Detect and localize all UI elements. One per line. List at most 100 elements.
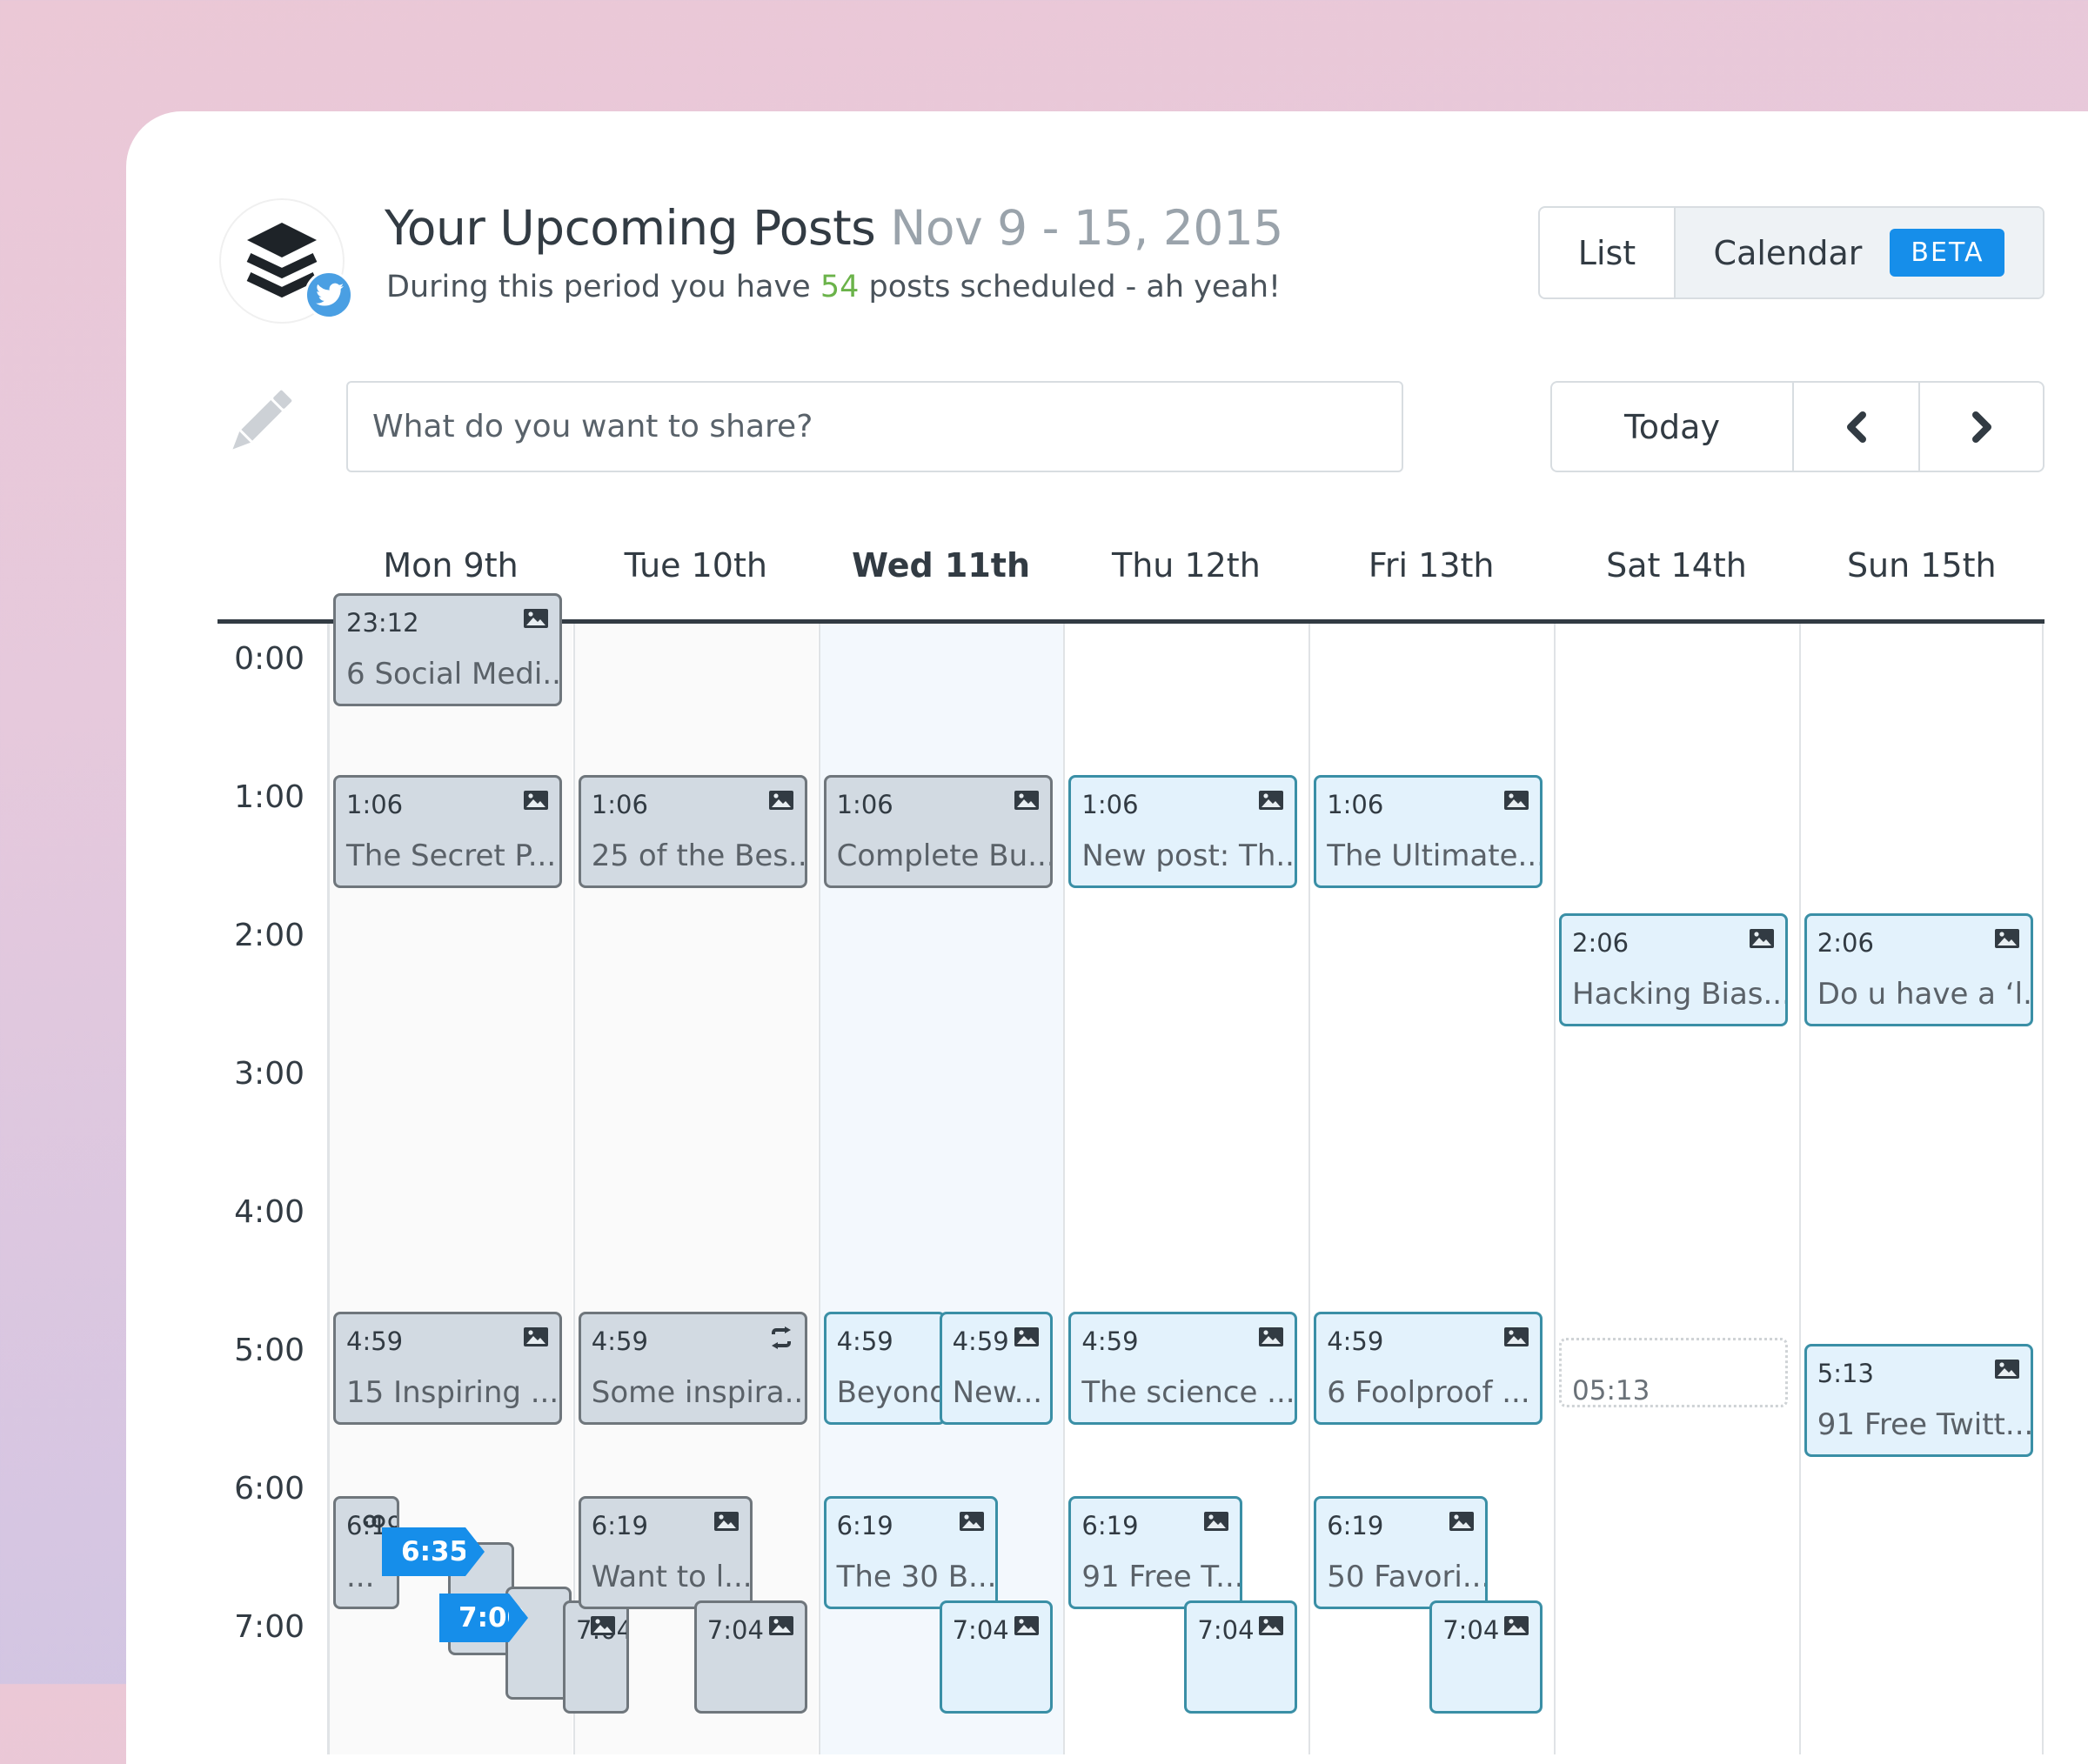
list-view-button[interactable]: List: [1540, 208, 1676, 297]
chevron-right-icon: [1971, 411, 1991, 443]
today-button[interactable]: Today: [1552, 383, 1794, 471]
day-header: Sun 15th: [1846, 546, 1997, 585]
post-time: 1:06: [591, 789, 648, 819]
post-title: New...: [952, 1375, 1043, 1411]
scheduled-post[interactable]: 4:59 15 Inspiring ...: [333, 1312, 562, 1426]
scheduled-post[interactable]: 1:06 The Ultimate...: [1314, 774, 1543, 888]
time-drag-marker[interactable]: 7:00: [439, 1594, 528, 1642]
scheduled-post[interactable]: 4:59 6 Foolproof ...: [1314, 1312, 1543, 1426]
scheduled-post[interactable]: 4:59 Some inspira...: [578, 1312, 807, 1426]
image-icon: [523, 608, 549, 632]
post-title: The science ...: [1081, 1375, 1295, 1411]
scheduled-post[interactable]: 1:06 Complete Bu...: [823, 774, 1053, 888]
post-time: 7:04: [1442, 1614, 1500, 1645]
hour-label: 5:00: [234, 1333, 304, 1368]
time-gutter-border: [327, 624, 329, 1754]
hour-label: 0:00: [234, 641, 304, 677]
hour-label: 1:00: [234, 779, 304, 815]
title-text: Your Upcoming Posts: [385, 200, 876, 256]
beta-badge: BETA: [1890, 229, 2005, 277]
image-icon: [1994, 1359, 2020, 1383]
post-time: 23:12: [346, 607, 419, 638]
post-title: Beyond: [836, 1375, 946, 1411]
post-title: 15 Inspiring ...: [346, 1375, 559, 1411]
day-column[interactable]: [1798, 624, 2044, 1754]
post-title: The 30 B...: [836, 1560, 997, 1595]
image-icon: [1014, 1615, 1040, 1640]
scheduled-post[interactable]: 6:19 The 30 B...: [823, 1496, 998, 1610]
post-time: 4:59: [952, 1326, 1009, 1357]
scheduled-post[interactable]: 5:13 91 Free Twitt...: [1804, 1344, 2033, 1458]
post-time: 6:19: [1327, 1511, 1384, 1541]
post-title: Want to l...: [591, 1560, 753, 1595]
today-label: Today: [1624, 407, 1720, 446]
post-title: 6 Social Medi...: [346, 656, 562, 692]
image-icon: [713, 1511, 740, 1535]
compose-input[interactable]: [346, 381, 1403, 472]
scheduled-post[interactable]: 7:04: [563, 1600, 629, 1714]
post-time: 7:04: [706, 1614, 764, 1645]
scheduled-post[interactable]: 7:04: [693, 1600, 807, 1714]
post-time: 1:06: [1327, 789, 1384, 819]
hour-label: 7:00: [234, 1609, 304, 1645]
post-title: 6 Foolproof ...: [1327, 1375, 1530, 1411]
schedule-summary: During this period you have 54 posts sch…: [386, 270, 1281, 304]
day-header: Mon 9th: [383, 546, 519, 585]
scheduled-post[interactable]: 7:04: [1429, 1600, 1543, 1714]
scheduled-post[interactable]: 6:19 91 Free T...: [1068, 1496, 1243, 1610]
image-icon: [1258, 1615, 1284, 1640]
scheduled-post[interactable]: 1:06 The Secret P...: [333, 774, 562, 888]
date-range: Nov 9 - 15, 2015: [890, 200, 1283, 256]
scheduled-post[interactable]: 6:19 Want to l...: [578, 1496, 753, 1610]
summary-after: posts scheduled - ah yeah!: [868, 270, 1282, 304]
image-icon: [523, 1326, 549, 1351]
pencil-icon: [232, 390, 292, 450]
scheduled-post[interactable]: 4:59 Beyond: [823, 1312, 946, 1426]
post-time: 6:19: [591, 1511, 648, 1541]
post-time: 05:13: [1572, 1375, 1650, 1407]
image-icon: [590, 1615, 616, 1640]
post-title: 91 Free T...: [1081, 1560, 1243, 1595]
day-header: Fri 13th: [1368, 546, 1495, 585]
hour-label: 3:00: [234, 1056, 304, 1092]
post-title: Do u have a ‘l...: [1817, 976, 2033, 1012]
image-icon: [768, 1615, 794, 1640]
scheduled-post[interactable]: 7:04: [939, 1600, 1053, 1714]
view-toggle: List Calendar BETA: [1538, 206, 2044, 299]
post-title: ...: [346, 1560, 375, 1595]
next-week-button[interactable]: [1920, 383, 2043, 471]
date-navigation: Today: [1550, 381, 2044, 472]
chevron-left-icon: [1846, 411, 1866, 443]
scheduled-post[interactable]: 1:06 25 of the Bes...: [578, 774, 807, 888]
hour-label: 4:00: [234, 1194, 304, 1230]
list-label: List: [1577, 233, 1636, 272]
scheduled-post[interactable]: 4:59 New...: [939, 1312, 1053, 1426]
day-header: Thu 12th: [1111, 546, 1261, 585]
post-time: 6:19: [1081, 1511, 1139, 1541]
scheduled-post[interactable]: 4:59 The science ...: [1068, 1312, 1298, 1426]
scheduled-post[interactable]: 6:19 50 Favori...: [1314, 1496, 1489, 1610]
scheduled-post[interactable]: 1:06 New post: Th...: [1068, 774, 1298, 888]
hour-label: 6:00: [234, 1471, 304, 1507]
scheduled-post[interactable]: 23:12 6 Social Medi...: [333, 592, 562, 706]
calendar-label: Calendar: [1713, 233, 1863, 272]
post-time: 1:06: [1081, 789, 1139, 819]
post-time: 7:04: [952, 1614, 1009, 1645]
post-time: 7:04: [1197, 1614, 1255, 1645]
calendar-view-button[interactable]: Calendar BETA: [1676, 208, 2043, 297]
time-drag-marker[interactable]: 6:35: [382, 1527, 485, 1576]
twitter-icon: [316, 283, 344, 306]
scheduled-post[interactable]: 7:04: [1184, 1600, 1298, 1714]
post-count: 54: [820, 270, 860, 304]
scheduled-post[interactable]: 2:06 Do u have a ‘l...: [1804, 912, 2033, 1026]
scheduled-post[interactable]: 05:13: [1559, 1338, 1788, 1408]
previous-week-button[interactable]: [1794, 383, 1920, 471]
post-title: 25 of the Bes...: [591, 838, 807, 873]
day-column[interactable]: [1554, 624, 1798, 1754]
post-title: The Secret P...: [346, 838, 557, 873]
image-icon: [1503, 1615, 1529, 1640]
scheduled-post[interactable]: 2:06 Hacking Bias...: [1559, 912, 1788, 1026]
image-icon: [1258, 790, 1284, 814]
post-title: New post: Th...: [1081, 838, 1298, 873]
image-icon: [1014, 790, 1040, 814]
